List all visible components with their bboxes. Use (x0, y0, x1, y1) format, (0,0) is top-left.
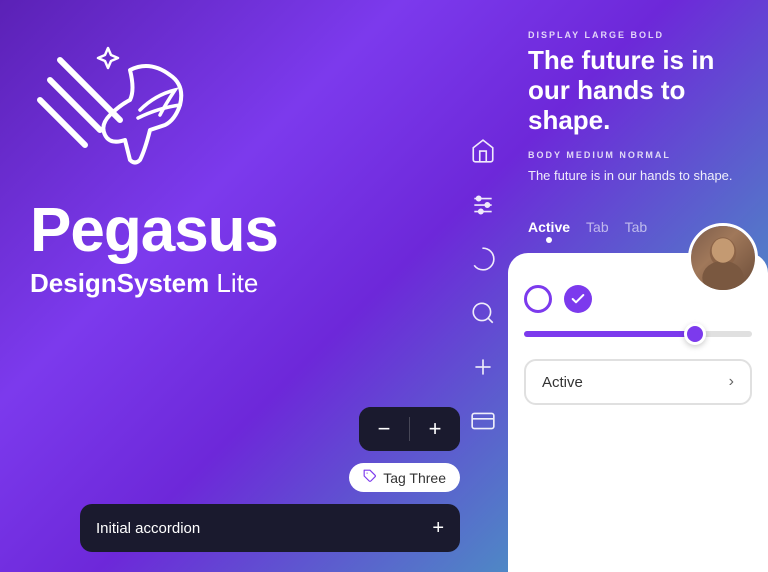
radio-unchecked[interactable] (524, 285, 552, 313)
display-heading: The future is in our hands to shape. (528, 46, 748, 136)
bottom-components: − + Tag Three Initial accordion + (30, 407, 460, 552)
settings-nav-icon[interactable] (468, 190, 498, 220)
stepper[interactable]: − + (359, 407, 460, 451)
accordion-expand-icon: + (432, 517, 444, 540)
card-nav-icon[interactable] (468, 406, 498, 436)
avatar-image (691, 226, 755, 290)
active-dropdown-label: Active (542, 374, 583, 391)
loading-nav-icon[interactable] (468, 244, 498, 274)
search-nav-icon[interactable] (468, 298, 498, 328)
slider-container[interactable] (524, 327, 752, 341)
home-nav-icon[interactable] (468, 136, 498, 166)
chevron-right-icon: › (729, 373, 734, 391)
tag-label: Tag Three (383, 470, 446, 486)
display-section: DISPLAY LARGE BOLD The future is in our … (508, 20, 768, 205)
accordion[interactable]: Initial accordion + (80, 504, 460, 552)
radio-checked[interactable] (564, 285, 592, 313)
logo-container: Pegasus DesignSystem Lite (30, 30, 278, 299)
display-eyebrow: DISPLAY LARGE BOLD (528, 30, 748, 40)
stepper-minus-button[interactable]: − (359, 407, 409, 451)
white-card: Active › (508, 253, 768, 572)
avatar (688, 223, 758, 293)
accordion-label: Initial accordion (96, 520, 200, 537)
add-nav-icon[interactable] (468, 352, 498, 382)
slider-track (524, 331, 752, 337)
brand-subtitle: DesignSystem Lite (30, 268, 258, 299)
right-panel: DISPLAY LARGE BOLD The future is in our … (508, 0, 768, 572)
slider-fill (524, 331, 695, 337)
pegasus-logo (30, 30, 210, 210)
left-panel: Pegasus DesignSystem Lite − + Tag Three … (0, 0, 470, 572)
body-eyebrow: BODY MEDIUM NORMAL (528, 150, 748, 160)
active-dropdown[interactable]: Active › (524, 359, 752, 405)
tag-three[interactable]: Tag Three (349, 463, 460, 492)
tab-three[interactable]: Tab (625, 219, 648, 239)
slider-thumb[interactable] (684, 323, 706, 345)
brand-name: Pegasus (30, 200, 278, 262)
stepper-plus-button[interactable]: + (410, 407, 460, 451)
body-text: The future is in our hands to shape. (528, 166, 748, 186)
tab-active[interactable]: Active (528, 219, 570, 239)
tab-two[interactable]: Tab (586, 219, 609, 239)
icons-sidebar (458, 0, 508, 572)
tag-icon (363, 469, 377, 486)
